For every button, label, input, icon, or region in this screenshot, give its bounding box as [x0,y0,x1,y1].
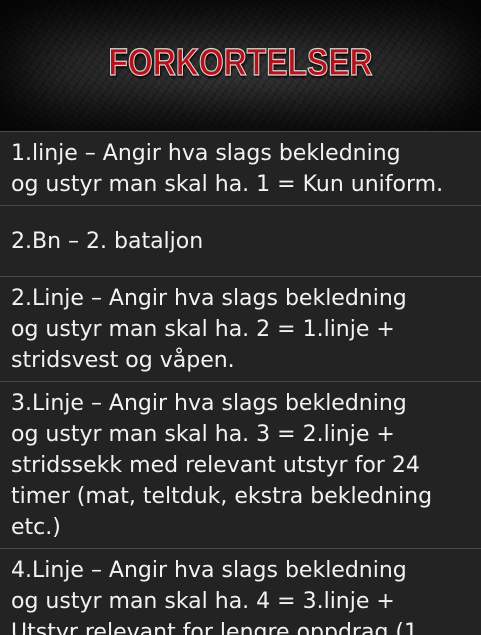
abbreviation-list: 1.linje – Angir hva slags bekledning og … [0,131,481,635]
list-item[interactable]: 2.Linje – Angir hva slags bekledning og … [0,277,481,382]
list-item[interactable]: 2.Bn – 2. bataljon [0,206,481,277]
list-item-text: 3.Linje – Angir hva slags bekledning og … [11,391,433,540]
header-banner: FORKORTELSER [0,0,481,131]
page-title: FORKORTELSER [108,41,373,84]
list-item-text: 2.Linje – Angir hva slags bekledning og … [11,286,407,373]
list-item-text: 4.Linje – Angir hva slags bekledning og … [11,558,418,635]
list-item[interactable]: 4.Linje – Angir hva slags bekledning og … [0,549,481,635]
list-item-text: 1.linje – Angir hva slags bekledning og … [11,141,444,197]
app-screen: FORKORTELSER 1.linje – Angir hva slags b… [0,0,481,635]
list-item-text: 2.Bn – 2. bataljon [11,229,204,254]
list-item[interactable]: 3.Linje – Angir hva slags bekledning og … [0,382,481,549]
list-item[interactable]: 1.linje – Angir hva slags bekledning og … [0,131,481,206]
